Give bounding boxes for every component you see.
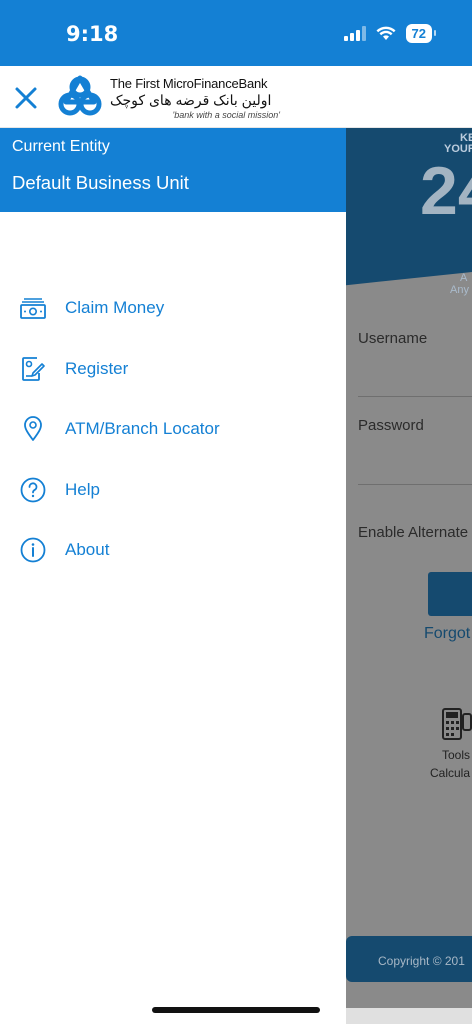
menu-item-claim-money[interactable]: Claim Money bbox=[0, 278, 346, 339]
banner-text-3: A bbox=[460, 272, 468, 284]
bank-logo-icon bbox=[58, 75, 102, 116]
close-icon[interactable] bbox=[12, 84, 40, 112]
login-button bbox=[428, 572, 472, 616]
menu-item-help[interactable]: Help bbox=[0, 460, 346, 521]
menu-label-help: Help bbox=[65, 479, 100, 499]
bank-logo-text: The First MicroFinanceBank اولین بانک قر… bbox=[110, 76, 280, 124]
menu-label-claim-money: Claim Money bbox=[65, 298, 165, 318]
menu-item-register[interactable]: Register bbox=[0, 339, 346, 400]
entity-value: Default Business Unit bbox=[12, 172, 189, 193]
password-field-line bbox=[358, 484, 472, 485]
menu-label-register: Register bbox=[65, 358, 129, 378]
entity-label: Current Entity bbox=[12, 138, 110, 155]
logo-persian-name: اولین بانک قرضه های کوچک bbox=[110, 92, 272, 108]
banner-text-4: Any bbox=[450, 284, 469, 296]
background-login-page[interactable]: KE YOUR 24 A Any Username Password Enabl… bbox=[346, 128, 472, 1024]
cellular-signal-icon bbox=[343, 26, 366, 41]
alternate-login-label: Enable Alternate bbox=[358, 524, 469, 541]
logo-english-name: The First MicroFinanceBank bbox=[110, 76, 268, 91]
wifi-icon bbox=[376, 26, 396, 40]
calculator-icon bbox=[442, 708, 472, 740]
banner-big-number: 24 bbox=[420, 153, 472, 229]
battery-indicator: 72 bbox=[405, 24, 437, 43]
username-label: Username bbox=[358, 330, 428, 347]
background-bottom-strip bbox=[346, 1008, 472, 1024]
status-bar: 9:18 72 bbox=[0, 0, 472, 66]
current-entity-panel[interactable]: Current Entity Default Business Unit bbox=[0, 128, 346, 212]
logo-tagline: 'bank with a social mission' bbox=[172, 110, 280, 120]
background-banner: KE YOUR 24 A Any bbox=[346, 128, 472, 300]
calculator-label: Calcula bbox=[430, 766, 471, 780]
password-label: Password bbox=[358, 417, 424, 434]
forgot-link: Forgot bbox=[424, 625, 471, 642]
question-circle-icon bbox=[20, 477, 46, 503]
username-field-line bbox=[358, 396, 472, 397]
status-icons: 72 bbox=[343, 24, 437, 43]
background-footer: Copyright © 201 bbox=[346, 936, 472, 982]
register-form-icon bbox=[20, 356, 46, 382]
copyright-text: Copyright © 201 bbox=[378, 954, 465, 968]
menu-item-about[interactable]: About bbox=[0, 520, 346, 581]
status-time: 9:18 bbox=[66, 22, 119, 46]
tools-label: Tools bbox=[442, 748, 471, 762]
info-circle-icon bbox=[20, 537, 46, 563]
navigation-drawer: Current Entity Default Business Unit Cla… bbox=[0, 128, 346, 1024]
drawer-menu: Claim Money Register ATM/Branch Locator … bbox=[0, 278, 346, 581]
money-icon bbox=[20, 295, 46, 321]
home-indicator[interactable] bbox=[152, 1007, 320, 1013]
menu-label-atm-branch-locator: ATM/Branch Locator bbox=[65, 419, 220, 439]
location-pin-icon bbox=[20, 416, 46, 442]
menu-item-atm-branch-locator[interactable]: ATM/Branch Locator bbox=[0, 399, 346, 460]
app-header: The First MicroFinanceBank اولین بانک قر… bbox=[0, 66, 472, 128]
menu-label-about: About bbox=[65, 540, 110, 560]
